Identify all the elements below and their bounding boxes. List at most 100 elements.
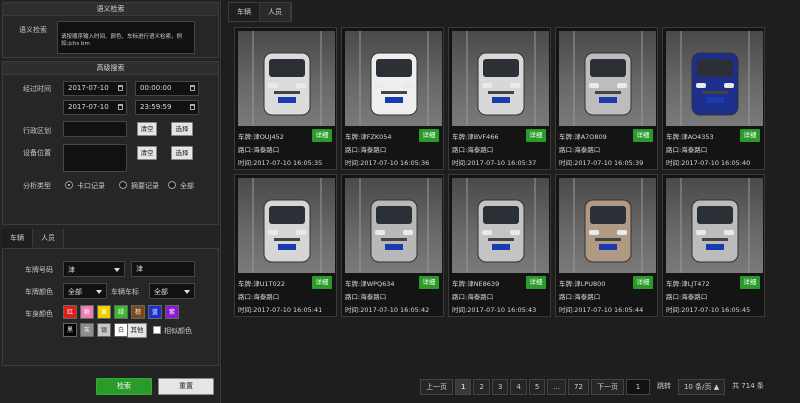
radio-checkpoint[interactable] [65,181,73,189]
detail-button[interactable]: 详细 [312,276,332,289]
vehicle-photo[interactable] [559,178,656,273]
result-tab-vehicle[interactable]: 车辆 [229,3,260,21]
location-select-button[interactable]: 选择 [171,146,193,160]
color-swatch[interactable]: 黑 [63,323,77,337]
radio-all-label: 全部 [180,182,194,190]
detail-button[interactable]: 详细 [526,129,546,142]
result-card[interactable]: 车牌:津LPU800 路口:海泰路口 时间:2017-07-10 16:05:4… [555,174,658,317]
result-card[interactable]: 车牌:津LJT472 路口:海泰路口 时间:2017-07-10 16:05:4… [662,174,765,317]
vehicle-photo[interactable] [238,178,335,273]
prev-page-button[interactable]: 上一页 [420,379,453,395]
color-swatch[interactable]: 棕 [131,305,145,319]
start-date-value: 2017-07-10 [68,84,109,92]
detail-button[interactable]: 详细 [633,276,653,289]
detail-button[interactable]: 详细 [526,276,546,289]
vehicle-photo[interactable] [238,31,335,126]
tab-person[interactable]: 人员 [33,229,64,248]
color-swatch[interactable]: 灰 [80,323,94,337]
vehicle-photo[interactable] [559,31,656,126]
vehicle-photo[interactable] [452,178,549,273]
radio-summary-label: 摘要记录 [131,182,159,190]
result-card[interactable]: 车牌:津A7O809 路口:海泰路口 时间:2017-07-10 16:05:3… [555,27,658,170]
reset-button[interactable]: 重置 [158,378,214,395]
place-text: 路口:海泰路口 [666,146,708,154]
region-clear-button[interactable]: 清空 [137,122,157,136]
plate-province-select[interactable]: 津 [63,261,125,277]
result-tabs: 车辆 人员 [228,2,292,22]
page-number-button[interactable]: 1 [455,379,472,395]
page-number-button[interactable]: 2 [473,379,490,395]
color-swatch[interactable]: 白 [114,323,128,337]
result-card[interactable]: 车牌:津FZK054 路口:海泰路口 时间:2017-07-10 16:05:3… [341,27,444,170]
caret-up-icon: ▲ [713,383,720,391]
radio-summary[interactable] [119,181,127,189]
location-clear-button[interactable]: 清空 [137,146,157,160]
lane-marking [641,31,643,126]
vehicle-photo[interactable] [452,31,549,126]
plate-color-select[interactable]: 全部 [63,283,107,299]
lane-marking [359,31,361,126]
page-number-button[interactable]: 72 [568,379,589,395]
semantic-search-input[interactable]: 请按顺序输入时间、颜色、车标进行语义检索，例如:jchs bm [57,21,195,54]
place-text: 路口:海泰路口 [559,146,601,154]
result-card[interactable]: 车牌:津OUJ452 路口:海泰路口 时间:2017-07-10 16:05:3… [234,27,337,170]
color-swatch[interactable]: 紫 [165,305,179,319]
result-card[interactable]: 车牌:津NE8639 路口:海泰路口 时间:2017-07-10 16:05:4… [448,174,551,317]
end-date-input[interactable]: 2017-07-10 [63,100,127,115]
color-swatch[interactable]: 绿 [114,305,128,319]
location-input[interactable] [63,144,127,172]
jump-button[interactable]: 跳转 [652,379,676,395]
search-button[interactable]: 检索 [96,378,152,395]
end-time-input[interactable]: 23:59:59 [135,100,199,115]
clock-icon [190,104,195,110]
lane-marking [427,31,429,126]
vehicle-photo[interactable] [666,178,763,273]
vehicle-photo[interactable] [666,31,763,126]
color-swatch[interactable]: 黄 [97,305,111,319]
result-card[interactable]: 车牌:津WPQ634 路口:海泰路口 时间:2017-07-10 16:05:4… [341,174,444,317]
plate-text: 车牌:津LPU800 [559,280,606,288]
end-time-value: 23:59:59 [140,103,172,111]
brand-select[interactable]: 全部 [149,283,195,299]
region-select-button[interactable]: 选择 [171,122,193,136]
region-input[interactable] [63,121,127,137]
plate-number-input[interactable]: 津 [131,261,195,277]
other-color-button[interactable]: 其他 [127,323,147,338]
detail-button[interactable]: 详细 [740,276,760,289]
time-text: 时间:2017-07-10 16:05:39 [559,159,644,167]
color-swatch[interactable]: 蓝 [148,305,162,319]
jump-page-input[interactable]: 1 [625,379,650,395]
color-swatch[interactable]: 银 [97,323,111,337]
start-time-input[interactable]: 00:00:00 [135,81,199,96]
page-number-button[interactable]: 5 [528,379,546,395]
detail-button[interactable]: 详细 [419,129,439,142]
time-text: 时间:2017-07-10 16:05:35 [238,159,323,167]
place-text: 路口:海泰路口 [345,146,387,154]
per-page-select[interactable]: 10 条/页 ▲ [677,379,726,395]
detail-button[interactable]: 详细 [740,129,760,142]
chevron-down-icon [184,290,190,294]
result-card[interactable]: 车牌:津U1T022 路口:海泰路口 时间:2017-07-10 16:05:4… [234,174,337,317]
page-number-button[interactable]: 4 [510,379,527,395]
similar-color-checkbox[interactable] [153,326,161,334]
vehicle-photo[interactable] [345,178,442,273]
detail-button[interactable]: 详细 [633,129,653,142]
plate-color-label: 车牌颜色 [25,288,53,296]
tab-vehicle[interactable]: 车辆 [2,229,33,248]
result-card[interactable]: 车牌:津BVF466 路口:海泰路口 时间:2017-07-10 16:05:3… [448,27,551,170]
color-swatch[interactable]: 红 [63,305,77,319]
result-tab-person[interactable]: 人员 [260,3,291,21]
next-page-button[interactable]: 下一页 [590,379,624,395]
lane-marking [748,31,750,126]
color-swatch[interactable]: 粉 [80,305,94,319]
calendar-icon [118,85,123,91]
page-number-button[interactable]: 3 [491,379,509,395]
vehicle-photo[interactable] [345,31,442,126]
radio-all[interactable] [168,181,176,189]
page-number-button: ... [547,379,567,395]
vehicle-filter-panel: 车牌号码 津 津 车牌颜色 全部 车辆车标 全部 车身颜色 其他 相似颜色 红粉… [2,248,219,366]
start-date-input[interactable]: 2017-07-10 [63,81,127,96]
detail-button[interactable]: 详细 [419,276,439,289]
result-card[interactable]: 车牌:津AO4353 路口:海泰路口 时间:2017-07-10 16:05:4… [662,27,765,170]
detail-button[interactable]: 详细 [312,129,332,142]
